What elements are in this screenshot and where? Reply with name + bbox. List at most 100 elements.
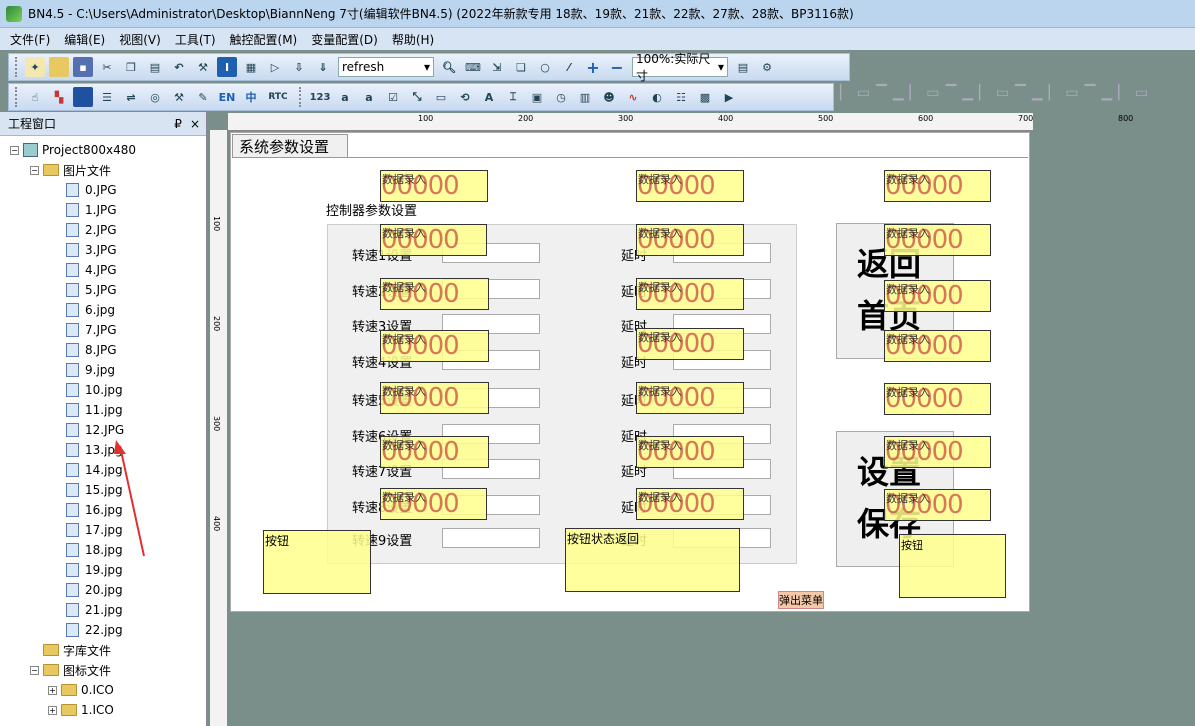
menu-view[interactable]: 视图(V) bbox=[119, 31, 161, 48]
numeric-entry-widget[interactable]: 00000 数据录入 bbox=[884, 224, 991, 256]
paste-icon[interactable]: ▤ bbox=[145, 57, 165, 77]
window-icon[interactable]: ❏ bbox=[511, 57, 531, 77]
en-icon[interactable]: EN bbox=[217, 87, 237, 107]
download-icon[interactable]: ⇓ bbox=[313, 57, 333, 77]
font-icon[interactable]: A bbox=[479, 87, 499, 107]
tree-item-icon-folder[interactable]: − 图标文件 bbox=[30, 660, 111, 680]
small-button-widget[interactable]: 按钮 bbox=[899, 534, 1006, 598]
expand-icon[interactable]: + bbox=[48, 705, 57, 715]
toolbar-grip[interactable] bbox=[299, 87, 303, 107]
numeric-entry-widget[interactable]: 00000 数据录入 bbox=[636, 278, 744, 310]
zoom-icon[interactable]: ○ bbox=[535, 57, 555, 77]
refresh-icon[interactable]: ⟲ bbox=[455, 87, 475, 107]
tree-item-image[interactable]: 3.JPG bbox=[66, 240, 117, 260]
numeric-entry-widget[interactable]: 00000 数据录入 bbox=[380, 488, 487, 520]
meter-icon[interactable]: ▥ bbox=[575, 87, 595, 107]
zoom-out-icon[interactable]: − bbox=[607, 57, 627, 77]
numeric-entry-widget[interactable]: 00000 数据录入 bbox=[380, 382, 489, 414]
copy-icon[interactable]: ❐ bbox=[121, 57, 141, 77]
numeric-entry-widget[interactable]: 00000 数据录入 bbox=[380, 278, 489, 310]
tree-item-image[interactable]: 19.jpg bbox=[66, 560, 123, 580]
text-abc-icon[interactable]: a bbox=[335, 87, 355, 107]
button-state-return-widget[interactable]: 按钮状态返回 bbox=[565, 528, 740, 592]
user-icon[interactable]: ☻ bbox=[599, 87, 619, 107]
import-icon[interactable]: ⇩ bbox=[289, 57, 309, 77]
toolbar-grip[interactable] bbox=[15, 87, 19, 107]
cut-icon[interactable]: ✂ bbox=[97, 57, 117, 77]
numeric-entry-widget[interactable]: 00000 数据录入 bbox=[636, 436, 744, 468]
numeric-entry-widget[interactable]: 00000 数据录入 bbox=[884, 280, 991, 312]
menu-variable-config[interactable]: 变量配置(D) bbox=[311, 31, 378, 48]
numeric-entry-widget[interactable]: 00000 数据录入 bbox=[636, 170, 744, 202]
tree-item-image[interactable]: 12.JPG bbox=[66, 420, 124, 440]
toolbar-grip[interactable] bbox=[15, 57, 19, 77]
find-icon[interactable]: 🔍︎ bbox=[439, 57, 459, 77]
numeric-entry-widget[interactable]: 00000 数据录入 bbox=[380, 330, 489, 362]
tree-item-image[interactable]: 21.jpg bbox=[66, 600, 123, 620]
numeric-entry-widget[interactable]: 00000 数据录入 bbox=[636, 488, 744, 520]
tools-icon[interactable]: ⚒ bbox=[193, 57, 213, 77]
zoom-combo[interactable]: 100%:实际尺寸 ▾ bbox=[632, 52, 728, 83]
menu-edit[interactable]: 编辑(E) bbox=[64, 31, 105, 48]
bracket-icon[interactable]: ⌶ bbox=[503, 87, 523, 107]
qrcode-icon[interactable]: ▩ bbox=[695, 87, 715, 107]
tree-item-image[interactable]: 1.JPG bbox=[66, 200, 117, 220]
tree-item-icon-1[interactable]: +1.ICO bbox=[48, 700, 114, 720]
tree-item-image[interactable]: 0.JPG bbox=[66, 180, 117, 200]
tree-item-image[interactable]: 9.jpg bbox=[66, 360, 115, 380]
grid-icon[interactable]: ▦ bbox=[241, 57, 261, 77]
undo-icon[interactable]: ↶ bbox=[169, 57, 189, 77]
numeric-entry-widget[interactable]: 00000 数据录入 bbox=[636, 328, 744, 360]
tree-item-image[interactable]: 20.jpg bbox=[66, 580, 123, 600]
expand-icon[interactable]: − bbox=[30, 665, 39, 675]
numbered-icon[interactable]: ▚ bbox=[49, 87, 69, 107]
numeric-entry-widget[interactable]: 00000 数据录入 bbox=[884, 170, 991, 202]
bullets-icon[interactable]: ☷ bbox=[671, 87, 691, 107]
open-folder-icon[interactable] bbox=[49, 57, 69, 77]
menu-help[interactable]: 帮助(H) bbox=[392, 31, 434, 48]
numeric-entry-widget[interactable]: 00000 数据录入 bbox=[636, 224, 744, 256]
tree-item-image[interactable]: 4.JPG bbox=[66, 260, 117, 280]
slider-icon[interactable]: ⇌ bbox=[121, 87, 141, 107]
new-file-icon[interactable]: ✦ bbox=[25, 57, 45, 77]
video-icon[interactable]: ▶ bbox=[719, 87, 739, 107]
tree-item-image[interactable]: 22.jpg bbox=[66, 620, 123, 640]
text-icon[interactable]: I bbox=[217, 57, 237, 77]
rtc-icon[interactable]: RTC bbox=[265, 87, 291, 107]
wrench-icon[interactable]: ⚒ bbox=[169, 87, 189, 107]
calculator-icon[interactable]: ▤ bbox=[733, 57, 753, 77]
page-icon[interactable]: ▷ bbox=[265, 57, 285, 77]
speed-input[interactable] bbox=[442, 528, 540, 548]
menu-file[interactable]: 文件(F) bbox=[10, 31, 50, 48]
numeric-entry-widget[interactable]: 00000 数据录入 bbox=[380, 170, 488, 202]
collapse-icon[interactable]: − bbox=[10, 145, 19, 155]
list-icon[interactable]: ☰ bbox=[97, 87, 117, 107]
tree-item-image[interactable]: 2.JPG bbox=[66, 220, 117, 240]
text-box-icon[interactable]: a bbox=[359, 87, 379, 107]
keyboard-icon[interactable]: ⌨ bbox=[463, 57, 483, 77]
menu-touch-config[interactable]: 触控配置(M) bbox=[230, 31, 298, 48]
tree-item-images-folder[interactable]: − 图片文件 bbox=[30, 160, 111, 180]
rectangle-icon[interactable] bbox=[73, 87, 93, 107]
search-combo[interactable]: refresh ▾ bbox=[338, 57, 434, 77]
level-icon[interactable]: ▭ bbox=[431, 87, 451, 107]
tree-item-font-folder[interactable]: 字库文件 bbox=[30, 640, 111, 660]
numeric-entry-widget[interactable]: 00000 数据录入 bbox=[884, 489, 991, 521]
tree-item-image[interactable]: 10.jpg bbox=[66, 380, 123, 400]
tree-item-image[interactable]: 11.jpg bbox=[66, 400, 123, 420]
numeric-entry-widget[interactable]: 00000 数据录入 bbox=[884, 436, 991, 468]
settings-icon[interactable]: ⚙ bbox=[757, 57, 777, 77]
popup-menu-widget[interactable]: 弹出菜单 bbox=[778, 591, 824, 609]
expand-icon[interactable]: + bbox=[48, 685, 57, 695]
numeric-entry-widget[interactable]: 00000 数据录入 bbox=[884, 330, 991, 362]
menu-tools[interactable]: 工具(T) bbox=[175, 31, 216, 48]
tree-item-project[interactable]: − Project800x480 bbox=[10, 140, 136, 160]
export-icon[interactable]: ⇲ bbox=[487, 57, 507, 77]
collapse-icon[interactable]: − bbox=[30, 165, 39, 175]
numeric-entry-widget[interactable]: 00000 数据录入 bbox=[884, 383, 991, 415]
pointer-icon[interactable]: ☝ bbox=[25, 87, 45, 107]
cup-icon[interactable]: ◐ bbox=[647, 87, 667, 107]
clock-icon[interactable]: ◷ bbox=[551, 87, 571, 107]
button-widget[interactable]: 按钮 bbox=[263, 530, 371, 594]
picker-icon[interactable]: ⁄ bbox=[559, 57, 579, 77]
